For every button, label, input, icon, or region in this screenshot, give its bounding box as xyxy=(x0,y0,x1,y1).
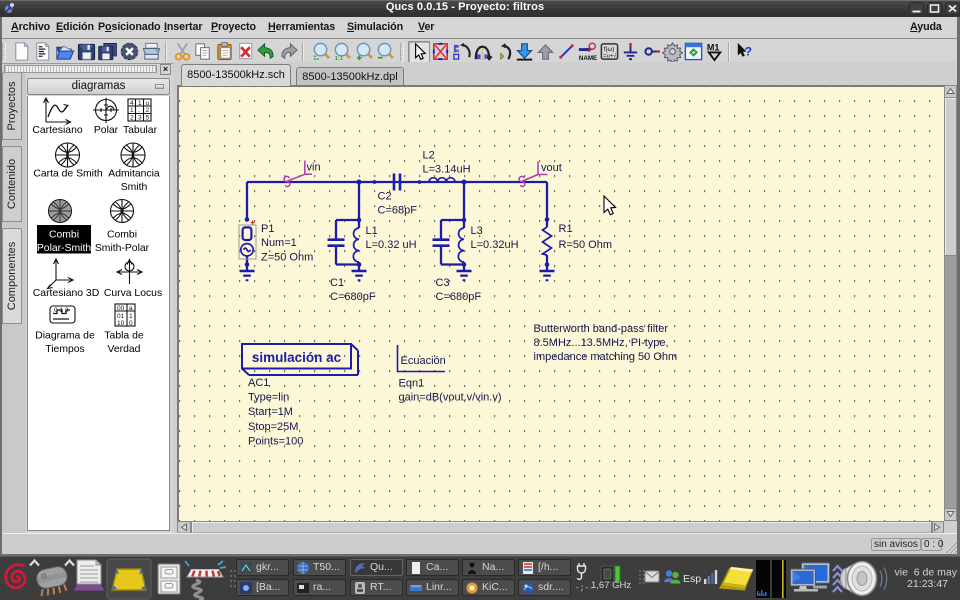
svg-text:Ecuación: Ecuación xyxy=(401,355,446,367)
svg-text:0 1 2: 0 1 2 xyxy=(54,307,69,314)
svg-text:NAME: NAME xyxy=(579,55,597,62)
svg-text:R1: R1 xyxy=(559,223,573,235)
svg-text:f(ω): f(ω) xyxy=(604,46,615,53)
svg-text:simulación ac: simulación ac xyxy=(252,350,342,365)
svg-text:u: u xyxy=(146,100,150,107)
svg-text:Type=lin: Type=lin xyxy=(248,392,289,404)
svg-text:Tabular: Tabular xyxy=(123,125,158,136)
svg-text:Curva Locus: Curva Locus xyxy=(104,288,162,299)
svg-text:1: 1 xyxy=(130,107,134,114)
svg-text:2: 2 xyxy=(146,107,150,114)
svg-text:Points=100: Points=100 xyxy=(248,435,303,447)
svg-text:P1: P1 xyxy=(261,223,274,235)
svg-text:0: 0 xyxy=(129,320,133,327)
svg-text:L=0.32uH: L=0.32uH xyxy=(471,239,519,251)
svg-text:1: 1 xyxy=(138,100,142,107)
svg-text:?: ? xyxy=(745,44,753,58)
svg-text:Polar-Smith: Polar-Smith xyxy=(37,243,91,254)
svg-text:L3: L3 xyxy=(471,225,483,237)
svg-text:00: 00 xyxy=(117,305,125,312)
svg-text:Tabla de: Tabla de xyxy=(104,331,144,342)
svg-text:5: 5 xyxy=(146,115,150,122)
svg-text:=u+√: =u+√ xyxy=(603,53,617,60)
svg-text:.: . xyxy=(138,107,140,114)
svg-text:10: 10 xyxy=(117,320,125,327)
svg-text:L1: L1 xyxy=(366,225,378,237)
svg-text:01: 01 xyxy=(117,313,125,320)
svg-text:Start=1M: Start=1M xyxy=(248,406,293,418)
svg-text:L=0.32 uH: L=0.32 uH xyxy=(366,239,417,251)
svg-text:Polar: Polar xyxy=(94,125,119,136)
svg-text:Cartesiano 3D: Cartesiano 3D xyxy=(33,288,99,299)
svg-text:1: 1 xyxy=(129,313,133,320)
svg-text:4: 4 xyxy=(130,100,134,107)
svg-text:impedance matching 50 Ohm: impedance matching 50 Ohm xyxy=(534,351,678,363)
svg-text:Tiempos: Tiempos xyxy=(45,344,84,355)
svg-text:Carta de Smith: Carta de Smith xyxy=(33,169,103,180)
svg-text:a: a xyxy=(129,305,133,312)
svg-text:Num=1: Num=1 xyxy=(261,237,297,249)
svg-text:Cartesiano: Cartesiano xyxy=(32,125,82,136)
svg-text:1,67 GHz: 1,67 GHz xyxy=(591,580,631,591)
svg-text:8.5MHz...13.5MHz, PI-type,: 8.5MHz...13.5MHz, PI-type, xyxy=(534,337,669,349)
svg-text:C=680pF: C=680pF xyxy=(436,291,482,303)
svg-text:C1: C1 xyxy=(330,277,344,289)
svg-text:vout: vout xyxy=(541,162,562,174)
svg-text:C=68pF: C=68pF xyxy=(378,205,418,217)
svg-text:Smith-Polar: Smith-Polar xyxy=(95,243,150,254)
svg-text:Esp: Esp xyxy=(683,573,701,585)
svg-text:Z=50 Ohm: Z=50 Ohm xyxy=(261,252,313,264)
svg-text:3: 3 xyxy=(138,115,142,122)
svg-text:C2: C2 xyxy=(378,191,392,203)
svg-text:M1: M1 xyxy=(707,43,720,53)
svg-text:Stop=25M: Stop=25M xyxy=(248,421,298,433)
svg-text:21:23:47: 21:23:47 xyxy=(907,578,948,590)
svg-text:Eqn1: Eqn1 xyxy=(399,378,425,390)
svg-text:AC1: AC1 xyxy=(248,377,269,389)
svg-text:vin: vin xyxy=(307,162,321,174)
svg-text:Smith: Smith xyxy=(121,182,148,193)
svg-text:R=50 Ohm: R=50 Ohm xyxy=(559,239,613,251)
svg-text:vie 6 de may: vie 6 de may xyxy=(895,567,958,579)
svg-text:C=680pF: C=680pF xyxy=(330,291,376,303)
svg-text:L=3.14uH: L=3.14uH xyxy=(423,164,471,176)
svg-text:Admitancia: Admitancia xyxy=(108,169,160,180)
svg-text:Diagrama de: Diagrama de xyxy=(35,331,95,342)
svg-text:Combi: Combi xyxy=(49,230,79,241)
svg-text:gain=dB(vout.v/vin.v): gain=dB(vout.v/vin.v) xyxy=(399,392,502,404)
svg-text:C3: C3 xyxy=(436,277,450,289)
svg-text:Combi: Combi xyxy=(107,230,137,241)
svg-text:L2: L2 xyxy=(423,150,435,162)
svg-text:2: 2 xyxy=(130,115,134,122)
svg-text:Verdad: Verdad xyxy=(108,344,141,355)
svg-text:Butterworth band-pass filter: Butterworth band-pass filter xyxy=(534,323,669,335)
